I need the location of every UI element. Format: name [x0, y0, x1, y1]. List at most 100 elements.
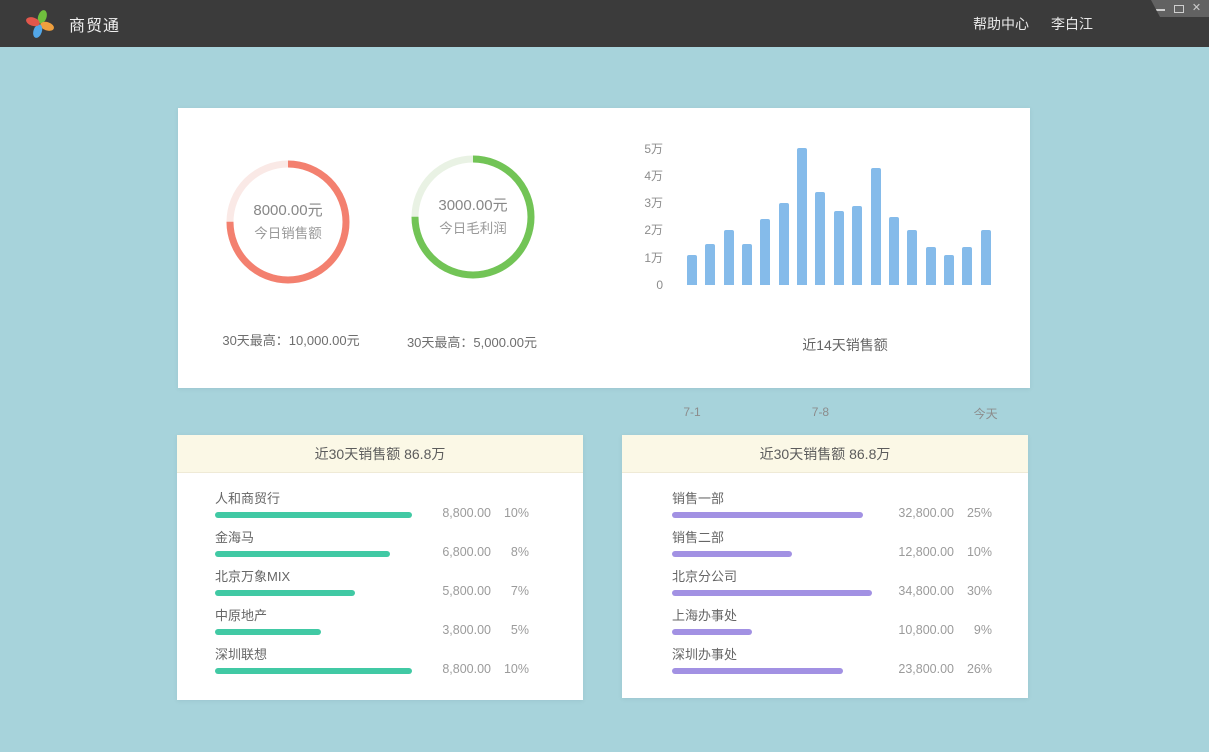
- row-progress-bar: [672, 551, 792, 557]
- chart-bar: [852, 206, 862, 285]
- chart-bar: [724, 230, 734, 285]
- chart-bar: [962, 247, 972, 285]
- row-label: 上海办事处: [672, 609, 752, 623]
- row-progress-bar: [215, 668, 412, 674]
- chart-bar: [926, 247, 936, 285]
- sales-row: 销售二部 12,800.0010%: [672, 531, 992, 557]
- help-center-link[interactable]: 帮助中心: [973, 14, 1029, 34]
- y-tick-label: 1万: [615, 251, 663, 265]
- minimize-button[interactable]: [1155, 3, 1166, 15]
- chart-x-axis: 7-17-8今天: [687, 405, 995, 419]
- row-value: 8,800.00: [419, 506, 491, 520]
- sales-row: 人和商贸行 8,800.0010%: [215, 492, 529, 518]
- app-logo-icon: [26, 10, 54, 38]
- chart-title: 近14天销售额: [695, 335, 995, 355]
- row-value: 8,800.00: [419, 662, 491, 676]
- row-label: 深圳办事处: [672, 648, 843, 662]
- row-label: 人和商贸行: [215, 492, 412, 506]
- row-value: 10,800.00: [882, 623, 954, 637]
- today-sales-gauge: 8000.00元 今日销售额: [223, 157, 353, 287]
- today-sales-value: 8000.00元: [253, 199, 322, 222]
- maximize-icon: [1174, 5, 1184, 13]
- row-percent: 5%: [491, 623, 529, 637]
- customer-sales-card: 近30天销售额 86.8万 人和商贸行8,800.0010%金海马6,800.0…: [177, 435, 583, 700]
- y-tick-label: 3万: [615, 196, 663, 210]
- row-progress-bar: [672, 629, 752, 635]
- y-tick-label: 5万: [615, 142, 663, 156]
- today-profit-value: 3000.00元: [438, 194, 507, 217]
- today-sales-label: 今日销售额: [254, 222, 322, 245]
- row-label: 北京万象MIX: [215, 570, 355, 584]
- sales-row: 销售一部32,800.0025%: [672, 492, 992, 518]
- row-progress-bar: [672, 668, 843, 674]
- app-title: 商贸通: [69, 0, 120, 47]
- row-value: 12,800.00: [882, 545, 954, 559]
- row-percent: 10%: [491, 506, 529, 520]
- row-value: 32,800.00: [882, 506, 954, 520]
- close-button[interactable]: ✕: [1191, 3, 1202, 15]
- row-value: 34,800.00: [882, 584, 954, 598]
- row-label: 北京分公司: [672, 570, 872, 584]
- row-value: 3,800.00: [419, 623, 491, 637]
- sales-row: 北京分公司 34,800.0030%: [672, 570, 992, 596]
- minimize-icon: [1156, 7, 1165, 11]
- department-card-title: 近30天销售额 86.8万: [622, 435, 1028, 473]
- overview-card: 8000.00元 今日销售额 30天最高：10,000.00元 3000.00元…: [178, 108, 1030, 388]
- row-percent: 10%: [954, 545, 992, 559]
- row-progress-bar: [672, 512, 863, 518]
- chart-bar: [889, 217, 899, 285]
- row-value: 5,800.00: [419, 584, 491, 598]
- chart-bar: [815, 192, 825, 285]
- user-name[interactable]: 李白江: [1051, 14, 1093, 34]
- y-tick-label: 2万: [615, 223, 663, 237]
- row-percent: 30%: [954, 584, 992, 598]
- x-tick-label: 7-1: [683, 405, 700, 419]
- chart-bar: [779, 203, 789, 285]
- profit-30day-max: 30天最高：5,000.00元: [372, 332, 572, 351]
- row-progress-bar: [672, 590, 872, 596]
- y-tick-label: 0: [615, 278, 663, 292]
- sales-row: 北京万象MIX5,800.007%: [215, 570, 529, 596]
- row-value: 6,800.00: [419, 545, 491, 559]
- x-tick-label: 今天: [974, 405, 998, 422]
- row-percent: 9%: [954, 623, 992, 637]
- chart-bar: [687, 255, 697, 285]
- department-sales-card: 近30天销售额 86.8万 销售一部32,800.0025%销售二部12,800…: [622, 435, 1028, 698]
- sales-30day-max: 30天最高：10,000.00元: [191, 330, 391, 349]
- x-tick-label: 7-8: [812, 405, 829, 419]
- chart-bar: [871, 168, 881, 285]
- row-label: 金海马: [215, 531, 390, 545]
- sales-row: 中原地产 3,800.005%: [215, 609, 529, 635]
- row-label: 中原地产: [215, 609, 321, 623]
- sales-row: 上海办事处 10,800.009%: [672, 609, 992, 635]
- chart-bar: [760, 219, 770, 285]
- chart-bar: [742, 244, 752, 285]
- row-percent: 8%: [491, 545, 529, 559]
- row-percent: 26%: [954, 662, 992, 676]
- chart-bar: [907, 230, 917, 285]
- row-progress-bar: [215, 551, 390, 557]
- title-bar: 商贸通 帮助中心 李白江 ✕: [0, 0, 1209, 47]
- chart-y-axis: 0 1万 2万 3万 4万 5万: [615, 108, 663, 308]
- sales-row: 金海马 6,800.008%: [215, 531, 529, 557]
- sales-row: 深圳联想8,800.0010%: [215, 648, 529, 674]
- close-icon: ✕: [1192, 3, 1201, 14]
- window-controls: ✕: [1151, 0, 1209, 17]
- row-label: 销售一部: [672, 492, 863, 506]
- y-tick-label: 4万: [615, 169, 663, 183]
- row-label: 销售二部: [672, 531, 792, 545]
- row-value: 23,800.00: [882, 662, 954, 676]
- maximize-button[interactable]: [1173, 3, 1184, 15]
- sales-row: 深圳办事处 23,800.0026%: [672, 648, 992, 674]
- titlebar-menu: 帮助中心 李白江: [973, 0, 1093, 47]
- chart-bar: [705, 244, 715, 285]
- row-label: 深圳联想: [215, 648, 412, 662]
- row-progress-bar: [215, 590, 355, 596]
- row-progress-bar: [215, 512, 412, 518]
- chart-bar: [944, 255, 954, 285]
- today-profit-gauge: 3000.00元 今日毛利润: [408, 152, 538, 282]
- today-profit-label: 今日毛利润: [439, 217, 507, 240]
- chart-bar: [981, 230, 991, 285]
- row-progress-bar: [215, 629, 321, 635]
- chart-bar: [797, 148, 807, 285]
